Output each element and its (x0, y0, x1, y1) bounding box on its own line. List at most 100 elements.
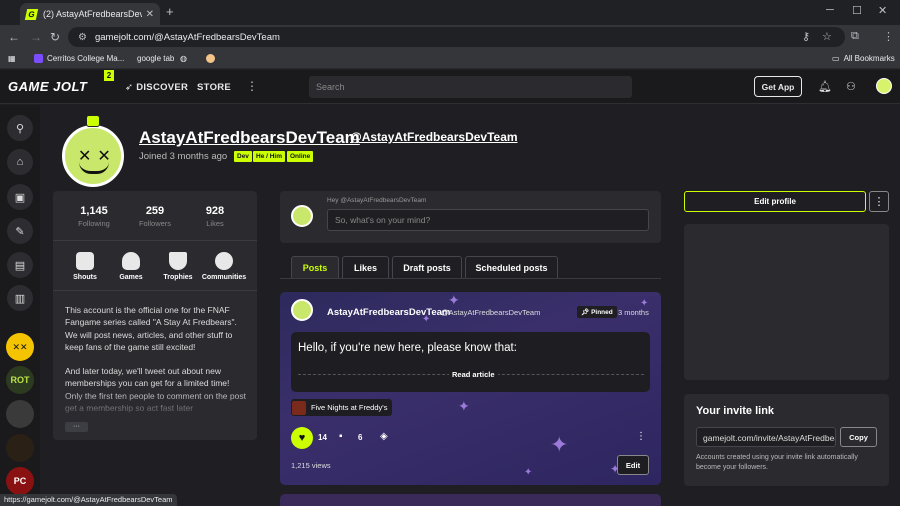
rail-community-avatar[interactable]: ✕✕ (6, 333, 34, 361)
tab-posts[interactable]: Posts (291, 256, 339, 278)
stat-followers[interactable]: 259 Followers (125, 205, 185, 228)
rail-community-avatar[interactable] (6, 400, 34, 428)
like-count: 14 (318, 433, 327, 442)
get-app-button[interactable]: Get App (754, 76, 802, 97)
search-input[interactable]: Search (309, 76, 632, 98)
post-author-name[interactable]: AstayAtFredbearsDevTeam (327, 307, 450, 318)
password-key-icon[interactable]: ⚷ (802, 30, 810, 43)
crown-icon (86, 115, 100, 127)
rail-chat-icon[interactable]: ▤ (7, 252, 33, 278)
window-close-icon[interactable]: ✕ (878, 4, 887, 17)
quick-link-communities[interactable]: Communities (199, 252, 249, 281)
invite-url-field[interactable]: gamejolt.com/invite/AstayAtFredbearsDevT… (696, 427, 836, 447)
post-views: 1,215 views (291, 461, 331, 470)
site-info-icon[interactable]: ⚙ (78, 32, 87, 43)
friends-icon[interactable]: ⚇ (846, 80, 856, 93)
profile-handle[interactable]: @AstayAtFredbearsDevTeam (350, 130, 518, 144)
bell-icon[interactable]: 🔔︎ (818, 80, 832, 93)
gamepad-icon (122, 252, 140, 270)
tab-close-icon[interactable]: ✕ (146, 9, 154, 20)
stat-following[interactable]: 1,145 Following (64, 205, 124, 228)
rail-library-icon[interactable]: ▥ (7, 285, 33, 311)
edit-profile-button[interactable]: Edit profile (684, 191, 866, 212)
invite-description: Accounts created using your invite link … (696, 454, 858, 471)
profile-avatar[interactable]: ✕✕ (62, 125, 124, 187)
url-field[interactable]: ⚙ gamejolt.com/@AstayAtFredbearsDevTeam (68, 27, 845, 47)
tab-draft-posts[interactable]: Draft posts (392, 256, 462, 278)
back-icon[interactable]: ← (8, 30, 20, 44)
nav-store[interactable]: STORE (197, 82, 231, 93)
copy-invite-button[interactable]: Copy (840, 427, 877, 447)
globe-icon[interactable]: ◍ (180, 54, 187, 63)
profile-display-name[interactable]: AstayAtFredbearsDevTeam (139, 128, 360, 148)
quick-link-trophies[interactable]: Trophies (153, 252, 203, 281)
stat-likes[interactable]: 928 Likes (185, 205, 245, 228)
apps-grid-icon[interactable]: ▦ (8, 54, 16, 63)
site-logo[interactable]: GAME JOLT (8, 79, 87, 94)
quick-link-games[interactable]: Games (106, 252, 156, 281)
composer-avatar (291, 205, 313, 227)
minimize-icon[interactable]: ─ (826, 4, 834, 16)
avatar-smile (79, 162, 109, 174)
url-text: gamejolt.com/@AstayAtFredbearsDevTeam (94, 31, 280, 43)
browser-menu-icon[interactable]: ⋮ (883, 30, 894, 43)
new-tab-icon[interactable]: + (166, 4, 174, 19)
quick-link-shouts[interactable]: Shouts (60, 252, 110, 281)
rail-community-avatar[interactable]: ROT (6, 366, 34, 394)
bookmark-item[interactable]: Cerritos College Ma... (34, 54, 124, 63)
shouts-icon (76, 252, 94, 270)
read-article-link[interactable]: Read article (449, 370, 498, 379)
extensions-icon[interactable]: ⧉ (851, 30, 859, 43)
forward-icon[interactable]: → (30, 30, 42, 44)
tab-title: (2) AstayAtFredbearsDevTeam (43, 9, 142, 19)
bookmark-item[interactable]: google tab (137, 54, 174, 63)
edit-post-button[interactable]: Edit (617, 455, 649, 475)
browser-tab[interactable]: G (2) AstayAtFredbearsDevTeam ✕ (20, 3, 160, 25)
composer-input[interactable]: So, what's on your mind? (327, 209, 649, 231)
bookmark-favicon-icon (34, 54, 43, 63)
comment-icon[interactable]: ▪ (339, 431, 343, 442)
bookmarks-bar: ▦ Cerritos College Ma... google tab ◍ ▭ … (0, 49, 900, 69)
joined-date: Joined 3 months ago (139, 151, 228, 162)
composer-greeting: Hey @AstayAtFredbearsDevTeam (327, 197, 427, 204)
dev-badge: Dev (234, 151, 252, 162)
nav-discover[interactable]: ➶ DISCOVER (125, 82, 188, 93)
rail-home-icon[interactable]: ⚲ (7, 115, 33, 141)
rail-tools-icon[interactable]: ✎ (7, 218, 33, 244)
pinned-badge: 📌︎ Pinned (577, 306, 617, 318)
like-button[interactable]: ♥ (291, 427, 313, 449)
post-author-handle[interactable]: @AstayAtFredbearsDevTeam (441, 308, 540, 317)
rail-store-icon[interactable]: ⌂ (7, 149, 33, 175)
all-bookmarks[interactable]: ▭ All Bookmarks (832, 54, 895, 63)
post-body (291, 332, 650, 392)
post-time[interactable]: 3 months (618, 308, 649, 317)
next-post-card[interactable] (280, 494, 661, 506)
expand-bio-button[interactable]: ··· (65, 422, 88, 432)
browser-tabbar: G (2) AstayAtFredbearsDevTeam ✕ + ─ ☐ ✕ (0, 0, 900, 25)
bookmark-favicon-icon[interactable] (206, 54, 215, 63)
bio-fade (53, 390, 257, 420)
reload-icon[interactable]: ↻ (50, 30, 60, 44)
tab-likes[interactable]: Likes (342, 256, 389, 278)
address-bar: ← → ↻ ⚙ gamejolt.com/@AstayAtFredbearsDe… (0, 25, 900, 49)
rail-community-avatar[interactable]: PC (6, 467, 34, 495)
rocket-icon: ➶ (125, 82, 137, 93)
pin-icon: 📌︎ (581, 309, 592, 316)
gamejolt-favicon-icon: G (24, 8, 39, 20)
game-tag[interactable]: Five Nights at Freddy's (291, 399, 393, 416)
user-avatar[interactable] (876, 78, 892, 94)
more-menu-icon[interactable]: ⋮ (246, 79, 258, 93)
tab-scheduled-posts[interactable]: Scheduled posts (465, 256, 558, 278)
divider (53, 290, 257, 291)
maximize-icon[interactable]: ☐ (852, 4, 862, 17)
bookmark-star-icon[interactable]: ☆ (822, 30, 832, 43)
rail-bag-icon[interactable]: ▣ (7, 184, 33, 210)
post-author-avatar[interactable] (291, 299, 313, 321)
trophy-icon (169, 252, 187, 270)
online-badge: Online (287, 151, 314, 162)
post-menu-icon[interactable]: ⋮ (636, 431, 646, 442)
sticker-icon[interactable]: ◈ (380, 431, 388, 442)
rail-community-avatar[interactable] (6, 434, 34, 462)
folder-icon: ▭ (832, 54, 840, 63)
profile-more-icon[interactable]: ⋮ (869, 191, 889, 212)
